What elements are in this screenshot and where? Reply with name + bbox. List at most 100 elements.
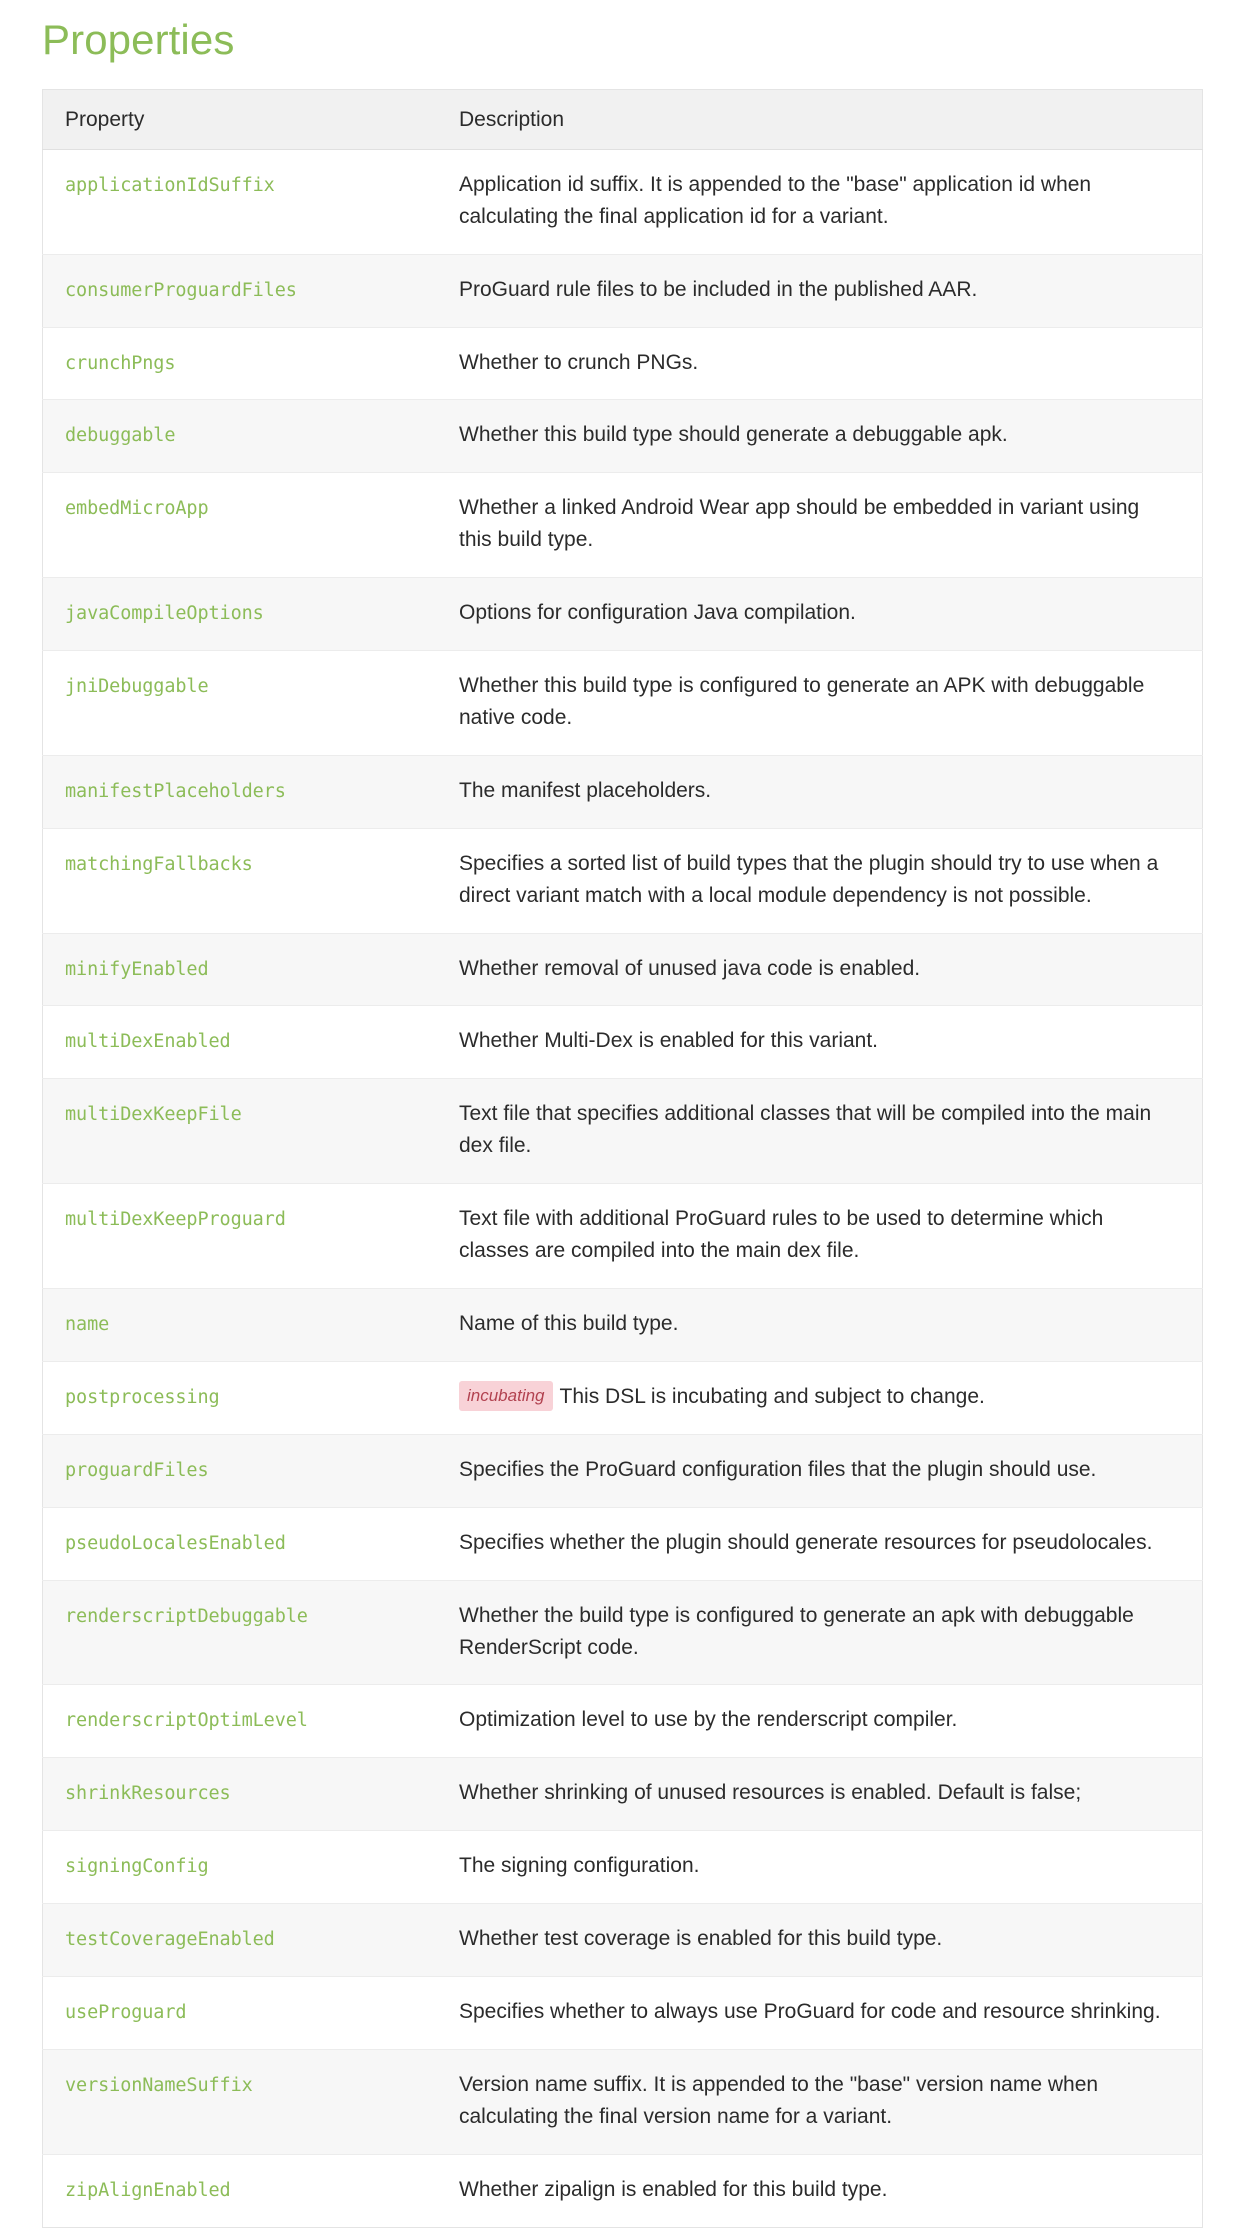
property-description-cell: Specifies whether to always use ProGuard… xyxy=(437,1976,1203,2050)
property-description-cell: Text file that specifies additional clas… xyxy=(437,1078,1203,1184)
property-name-cell[interactable]: manifestPlaceholders xyxy=(42,754,437,829)
property-name-cell[interactable]: matchingFallbacks xyxy=(42,827,437,934)
property-description-cell: Version name suffix. It is appended to t… xyxy=(437,2048,1203,2155)
property-name-cell[interactable]: minifyEnabled xyxy=(42,932,437,1006)
property-name-cell[interactable]: useProguard xyxy=(42,1976,437,2050)
property-description-cell: Whether zipalign is enabled for this bui… xyxy=(437,2153,1203,2228)
description-text: Optimization level to use by the renders… xyxy=(459,1708,958,1732)
property-name-cell[interactable]: multiDexKeepFile xyxy=(42,1078,437,1184)
property-name-cell[interactable]: signingConfig xyxy=(42,1830,437,1904)
property-description-cell: The signing configuration. xyxy=(437,1830,1203,1904)
property-description-cell: Whether this build type should generate … xyxy=(437,399,1203,473)
property-name-cell[interactable]: crunchPngs xyxy=(42,326,437,400)
property-description-cell: Optimization level to use by the renders… xyxy=(437,1684,1203,1758)
description-text: Whether shrinking of unused resources is… xyxy=(459,1781,1082,1805)
property-name-cell[interactable]: consumerProguardFiles xyxy=(42,253,437,328)
table-row: versionNameSuffix Version name suffix. It… xyxy=(42,2048,1203,2155)
description-text: Specifies a sorted list of build types t… xyxy=(459,851,1159,907)
table-row: name Name of this build type. xyxy=(42,1288,1203,1362)
table-header-row: Property Description xyxy=(42,89,1203,150)
table-row: applicationIdSuffix Application id suffix… xyxy=(42,149,1203,255)
property-name-cell[interactable]: pseudoLocalesEnabled xyxy=(42,1506,437,1581)
table-row: renderscriptDebuggable Whether the build … xyxy=(42,1579,1203,1685)
description-text: Version name suffix. It is appended to t… xyxy=(459,2072,1099,2128)
property-name-cell[interactable]: renderscriptDebuggable xyxy=(42,1579,437,1685)
properties-page: Properties Property Description applicat… xyxy=(0,0,1240,2228)
property-description-cell: Whether this build type is configured to… xyxy=(437,650,1203,756)
table-row: shrinkResources Whether shrinking of unus… xyxy=(42,1757,1203,1831)
property-name-cell[interactable]: debuggable xyxy=(42,399,437,473)
table-row: multiDexKeepProguard Text file with addit… xyxy=(42,1183,1203,1289)
properties-table-container: Property Description applicationIdSuffix… xyxy=(42,88,1203,2228)
property-description-cell: Specifies whether the plugin should gene… xyxy=(437,1506,1203,1581)
property-description-cell: Specifies the ProGuard configuration fil… xyxy=(437,1433,1203,1508)
column-header-property: Property xyxy=(42,89,437,150)
property-name-cell[interactable]: renderscriptOptimLevel xyxy=(42,1684,437,1758)
property-name-cell[interactable]: zipAlignEnabled xyxy=(42,2153,437,2228)
description-text: Whether Multi-Dex is enabled for this va… xyxy=(459,1029,879,1053)
description-text: Whether zipalign is enabled for this bui… xyxy=(459,2177,888,2201)
description-text: Whether removal of unused java code is e… xyxy=(459,956,921,980)
property-description-cell: The manifest placeholders. xyxy=(437,754,1203,829)
description-text: The signing configuration. xyxy=(459,1854,700,1878)
table-row: zipAlignEnabled Whether zipalign is enabl… xyxy=(42,2153,1203,2228)
table-row: pseudoLocalesEnabled Specifies whether th… xyxy=(42,1506,1203,1581)
description-text: Application id suffix. It is appended to… xyxy=(459,172,1092,228)
property-name-cell[interactable]: javaCompileOptions xyxy=(42,577,437,651)
description-text: Whether test coverage is enabled for thi… xyxy=(459,1927,943,1951)
table-body: applicationIdSuffix Application id suffix… xyxy=(42,149,1203,2228)
table-row: multiDexEnabled Whether Multi-Dex is enab… xyxy=(42,1005,1203,1079)
property-description-cell: Whether shrinking of unused resources is… xyxy=(437,1757,1203,1831)
description-text: Whether to crunch PNGs. xyxy=(459,350,699,374)
property-name-cell[interactable]: multiDexKeepProguard xyxy=(42,1183,437,1289)
table-row: proguardFiles Specifies the ProGuard conf… xyxy=(42,1433,1203,1508)
property-name-cell[interactable]: versionNameSuffix xyxy=(42,2048,437,2155)
page-title: Properties xyxy=(42,16,235,63)
table-header: Property Description xyxy=(42,89,1203,150)
property-description-cell: Whether to crunch PNGs. xyxy=(437,326,1203,400)
property-name-cell[interactable]: embedMicroApp xyxy=(42,472,437,578)
description-text: Whether the build type is configured to … xyxy=(459,1603,1134,1659)
properties-table: Property Description applicationIdSuffix… xyxy=(42,88,1203,2228)
property-description-cell: Specifies a sorted list of build types t… xyxy=(437,827,1203,934)
property-name-cell[interactable]: jniDebuggable xyxy=(42,650,437,756)
table-row: postprocessing incubating This DSL is incu… xyxy=(42,1360,1203,1435)
description-text: Options for configuration Java compilati… xyxy=(459,601,856,625)
table-row: manifestPlaceholders The manifest placeho… xyxy=(42,754,1203,829)
property-name-cell[interactable]: testCoverageEnabled xyxy=(42,1903,437,1977)
description-text: Whether this build type is configured to… xyxy=(459,674,1145,729)
description-text: Specifies the ProGuard configuration fil… xyxy=(459,1457,1097,1481)
table-row: matchingFallbacks Specifies a sorted list… xyxy=(42,827,1203,934)
property-description-cell: Whether a linked Android Wear app should… xyxy=(437,472,1203,578)
incubating-badge: incubating xyxy=(459,1380,553,1411)
property-name-cell[interactable]: shrinkResources xyxy=(42,1757,437,1831)
description-text: The manifest placeholders. xyxy=(459,778,712,802)
property-description-cell: incubating This DSL is incubating and sub… xyxy=(437,1360,1203,1435)
description-text: Specifies whether to always use ProGuard… xyxy=(459,2000,1161,2024)
table-row: consumerProguardFiles ProGuard rule files… xyxy=(42,253,1203,328)
table-row: minifyEnabled Whether removal of unused j… xyxy=(42,932,1203,1006)
table-row: signingConfig The signing configuration. xyxy=(42,1830,1203,1904)
column-header-description: Description xyxy=(437,89,1203,150)
table-row: debuggable Whether this build type should… xyxy=(42,399,1203,473)
description-text: This DSL is incubating and subject to ch… xyxy=(559,1384,985,1408)
table-row: crunchPngs Whether to crunch PNGs. xyxy=(42,326,1203,400)
table-row: useProguard Specifies whether to always u… xyxy=(42,1976,1203,2050)
property-name-cell[interactable]: proguardFiles xyxy=(42,1433,437,1508)
property-name-cell[interactable]: multiDexEnabled xyxy=(42,1005,437,1079)
table-row: javaCompileOptions Options for configurat… xyxy=(42,577,1203,651)
property-description-cell: Text file with additional ProGuard rules… xyxy=(437,1183,1203,1289)
property-description-cell: Whether the build type is configured to … xyxy=(437,1579,1203,1685)
property-name-cell[interactable]: postprocessing xyxy=(42,1360,437,1435)
description-text: Whether this build type should generate … xyxy=(459,423,1008,447)
table-row: embedMicroApp Whether a linked Android We… xyxy=(42,472,1203,578)
table-row: multiDexKeepFile Text file that specifies… xyxy=(42,1078,1203,1184)
property-name-cell[interactable]: name xyxy=(42,1288,437,1362)
description-text: Name of this build type. xyxy=(459,1312,679,1336)
table-row: renderscriptOptimLevel Optimization level… xyxy=(42,1684,1203,1758)
property-description-cell: Options for configuration Java compilati… xyxy=(437,577,1203,651)
property-description-cell: Application id suffix. It is appended to… xyxy=(437,149,1203,254)
property-description-cell: ProGuard rule files to be included in th… xyxy=(437,253,1203,328)
property-name-cell[interactable]: applicationIdSuffix xyxy=(43,149,438,254)
table-row: jniDebuggable Whether this build type is … xyxy=(42,650,1203,756)
